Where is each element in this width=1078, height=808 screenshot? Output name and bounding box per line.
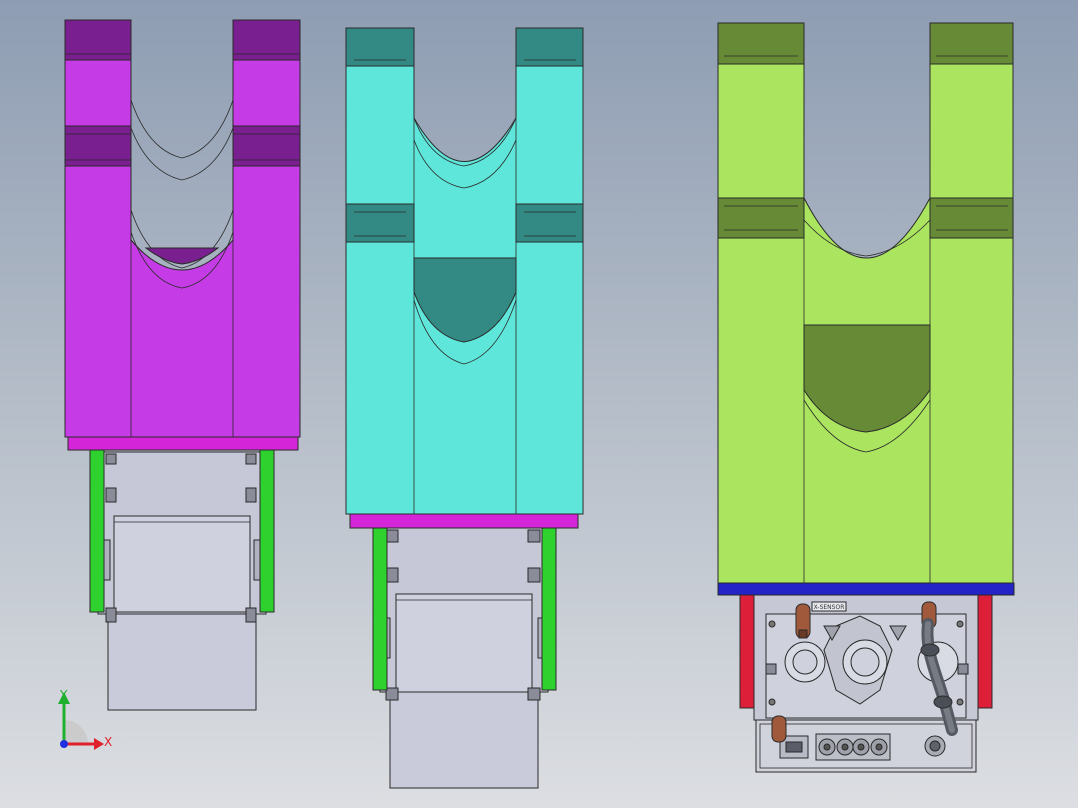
left-rail (89, 449, 105, 613)
lower-housing (107, 611, 257, 711)
pad-mid-right (929, 197, 1014, 239)
actuator-window (113, 515, 251, 613)
right-rail (977, 593, 993, 709)
x-axis-arrow (94, 738, 104, 750)
gripper-green-model[interactable]: X-SENSOR (717, 22, 1015, 773)
pad-top-right (929, 22, 1014, 65)
right-rail (541, 525, 557, 691)
left-rail (739, 593, 755, 709)
y-axis-label: Y (59, 688, 68, 702)
lower-housing (389, 691, 539, 789)
mount-flange (717, 582, 1015, 596)
pad-top-left (717, 22, 805, 65)
mount-flange (67, 435, 299, 451)
x-axis-label: X (104, 735, 112, 749)
left-rail (372, 525, 388, 691)
mount-flange (349, 513, 579, 529)
gripper-magenta-model[interactable] (64, 19, 301, 711)
tube-fitting-bottom (771, 715, 787, 743)
right-rail (259, 449, 275, 613)
triad-quadrant (64, 720, 88, 744)
actuator-window (395, 593, 533, 693)
cad-viewport[interactable]: X-SENSOR Y X (0, 0, 1078, 808)
finger-body (64, 19, 301, 438)
axis-triad[interactable]: Y X (58, 688, 112, 750)
z-axis-dot (60, 740, 68, 748)
sensor-label: X-SENSOR (814, 604, 845, 611)
finger-body (717, 22, 1014, 584)
model-canvas: X-SENSOR Y X (58, 19, 1015, 789)
pad-mid-left (717, 197, 805, 239)
gripper-cyan-model[interactable] (345, 27, 584, 789)
inner-pocket (144, 247, 220, 265)
